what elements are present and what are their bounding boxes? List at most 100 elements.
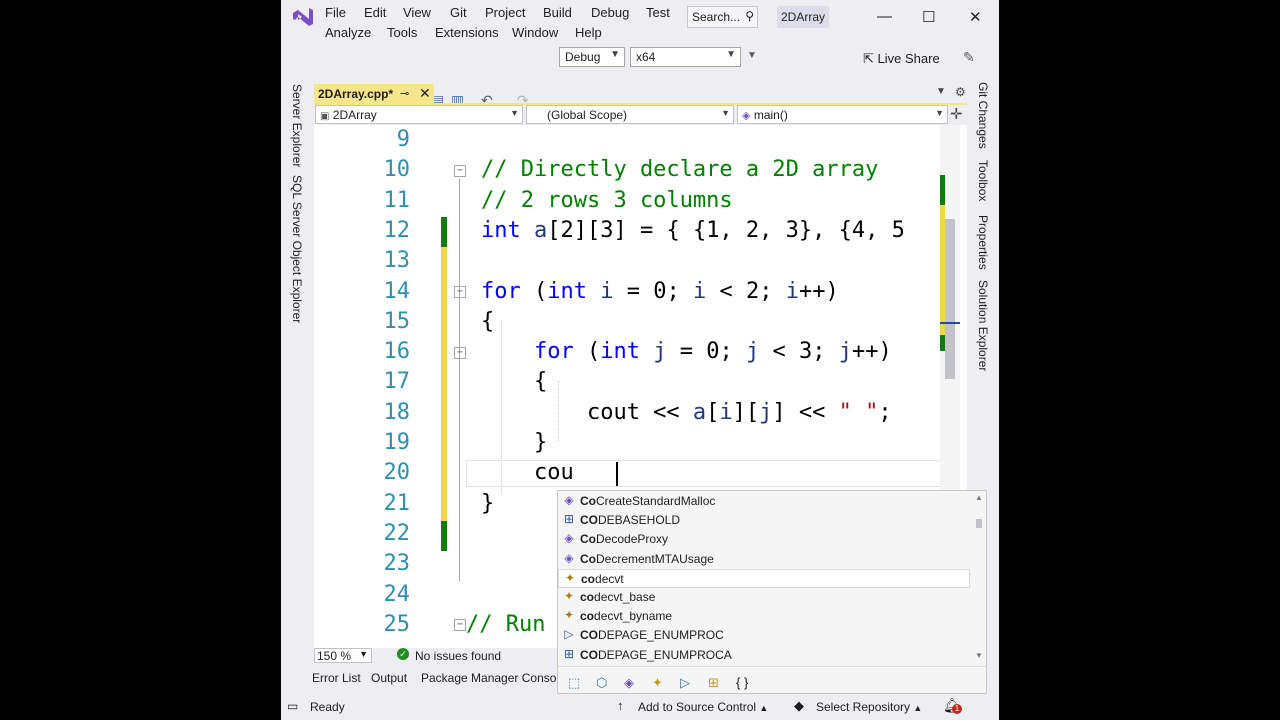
code-token: cou bbox=[481, 460, 574, 486]
fold-toggle-icon[interactable]: − bbox=[454, 619, 466, 631]
code-token: ] << bbox=[772, 399, 839, 425]
project-icon: ▣ bbox=[320, 111, 330, 122]
close-window-icon[interactable]: ✕ bbox=[969, 8, 982, 26]
split-window-icon[interactable]: ✛ bbox=[950, 105, 963, 123]
namespace-filter-icon[interactable]: ⬡ bbox=[596, 675, 607, 691]
git-changes-tab[interactable]: Git Changes bbox=[976, 82, 990, 149]
completion-item[interactable]: ◈ CoCreateStandardMalloc bbox=[558, 492, 970, 511]
braces-filter-icon[interactable]: { } bbox=[736, 675, 748, 690]
pin-icon[interactable]: ⊸ bbox=[400, 87, 409, 100]
package-manager-console-tab[interactable]: Package Manager Consol bbox=[421, 671, 559, 685]
fold-toggle-icon[interactable]: − bbox=[454, 347, 466, 359]
line-number: 18 bbox=[383, 399, 411, 425]
code-line[interactable]: cou bbox=[481, 460, 574, 485]
close-tab-icon[interactable]: ✕ bbox=[419, 85, 431, 102]
sql-server-object-explorer-tab[interactable]: SQL Server Object Explorer bbox=[290, 175, 304, 323]
scroll-thumb[interactable] bbox=[945, 219, 955, 379]
code-token: i bbox=[785, 278, 799, 304]
maximize-icon[interactable]: ☐ bbox=[922, 8, 935, 26]
code-token: [2][3] = { {1, 2, 3}, {4, 5 bbox=[547, 217, 905, 243]
method-filter-icon[interactable]: ◈ bbox=[624, 675, 634, 691]
search-input[interactable]: Search... ⚲ bbox=[687, 6, 758, 28]
error-list-tab[interactable]: Error List bbox=[312, 671, 361, 685]
method-icon: ◈ bbox=[564, 493, 574, 507]
menu-edit[interactable]: Edit bbox=[364, 5, 386, 20]
code-token: int bbox=[600, 339, 640, 365]
completion-item[interactable]: ✦ codecvt_byname bbox=[558, 607, 970, 626]
add-to-source-control-button[interactable]: Add to Source Control ▲ bbox=[638, 700, 768, 714]
properties-tab[interactable]: Properties bbox=[976, 215, 990, 270]
typedef-filter-icon[interactable]: ▷ bbox=[680, 675, 690, 691]
completion-item[interactable]: ⊞ CODEBASEHOLD bbox=[558, 511, 970, 530]
completion-item[interactable]: ✦ codecvt_base bbox=[558, 588, 970, 607]
code-line[interactable]: for (int j = 0; j < 3; j++) bbox=[481, 339, 892, 364]
code-line[interactable]: int a[2][3] = { {1, 2, 3}, {4, 5 bbox=[481, 218, 905, 243]
code-token: j bbox=[759, 399, 773, 425]
project-dropdown[interactable]: ▣ 2DArray ▼ bbox=[315, 105, 523, 124]
fold-toggle-icon[interactable]: − bbox=[454, 286, 466, 298]
menu-test[interactable]: Test bbox=[646, 5, 670, 20]
struct-filter-icon[interactable]: ⊞ bbox=[708, 675, 719, 691]
code-line[interactable]: } bbox=[481, 491, 494, 516]
member-dropdown[interactable]: ◈ main() ▼ bbox=[737, 105, 948, 124]
code-line[interactable]: // 2 rows 3 columns bbox=[481, 188, 733, 213]
feedback-icon[interactable]: ✎ bbox=[963, 49, 975, 66]
menu-analyze[interactable]: Analyze bbox=[325, 25, 371, 40]
issues-status[interactable]: No issues found bbox=[415, 649, 501, 663]
menu-debug[interactable]: Debug bbox=[591, 5, 629, 20]
completion-scroll-thumb[interactable] bbox=[976, 519, 982, 528]
live-share-button[interactable]: ⇱ Live Share bbox=[863, 51, 940, 67]
start-dropdown-icon[interactable]: ▼ bbox=[747, 50, 757, 61]
completion-item[interactable]: ✦ codecvt bbox=[558, 568, 970, 588]
change-bar-saved bbox=[441, 217, 447, 247]
server-explorer-tab[interactable]: Server Explorer bbox=[290, 84, 304, 167]
code-line[interactable]: // Directly declare a 2D array bbox=[481, 157, 878, 182]
menu-project[interactable]: Project bbox=[485, 5, 525, 20]
menu-window[interactable]: Window bbox=[512, 25, 558, 40]
code-line[interactable]: for (int i = 0; i < 2; i++) bbox=[481, 279, 839, 304]
intellisense-completion-list[interactable]: ◈ CoCreateStandardMalloc ⊞ CODEBASEHOLD ◈ CoD… bbox=[557, 490, 987, 694]
select-repository-button[interactable]: Select Repository ▲ bbox=[816, 700, 922, 714]
class-filter-icon[interactable]: ✦ bbox=[652, 675, 663, 691]
toolbox-tab[interactable]: Toolbox bbox=[976, 160, 990, 201]
menu-help[interactable]: Help bbox=[575, 25, 602, 40]
solution-name-badge[interactable]: 2DArray bbox=[777, 6, 829, 28]
code-line[interactable]: { bbox=[481, 369, 547, 394]
settings-gear-icon[interactable]: ⚙ bbox=[955, 85, 966, 99]
code-token: ; bbox=[878, 399, 892, 425]
solution-explorer-tab[interactable]: Solution Explorer bbox=[976, 280, 990, 371]
chevron-down-icon[interactable]: ▼ bbox=[975, 651, 983, 660]
menu-tools[interactable]: Tools bbox=[387, 25, 417, 40]
platform-dropdown[interactable]: x64 ▼ bbox=[630, 47, 741, 67]
menu-git[interactable]: Git bbox=[450, 5, 467, 20]
output-tab[interactable]: Output bbox=[371, 671, 407, 685]
scope-dropdown[interactable]: (Global Scope) ▼ bbox=[526, 105, 734, 124]
visual-studio-window: File Edit View Git Project Build Debug T… bbox=[281, 0, 999, 720]
configuration-dropdown[interactable]: Debug ▼ bbox=[559, 47, 625, 67]
chevron-up-icon[interactable]: ▲ bbox=[975, 493, 983, 502]
document-tab-2darray[interactable]: 2DArray.cpp* ⊸ ✕ bbox=[314, 84, 434, 104]
completion-scrollbar[interactable]: ▲ ▼ bbox=[972, 491, 986, 665]
code-token: { bbox=[481, 369, 548, 395]
fold-toggle-icon[interactable]: − bbox=[454, 165, 466, 177]
completion-item[interactable]: ⊞ CODEPAGE_ENUMPROCA bbox=[558, 646, 970, 665]
menu-view[interactable]: View bbox=[403, 5, 431, 20]
minimize-icon[interactable]: — bbox=[877, 8, 892, 25]
snippet-filter-icon[interactable]: ⬚ bbox=[568, 675, 580, 691]
menu-extensions[interactable]: Extensions bbox=[435, 25, 499, 40]
code-token: int bbox=[547, 278, 587, 304]
code-line[interactable]: } bbox=[481, 430, 547, 455]
menu-build[interactable]: Build bbox=[543, 5, 572, 20]
tab-list-dropdown-icon[interactable]: ▼ bbox=[936, 86, 946, 97]
menu-file[interactable]: File bbox=[325, 5, 346, 20]
code-token: a bbox=[534, 217, 548, 243]
completion-item[interactable]: ◈ CoDecrementMTAUsage bbox=[558, 550, 970, 569]
code-line[interactable]: cout << a[i][j] << " "; bbox=[481, 400, 892, 425]
completion-item-label: CoCreateStandardMalloc bbox=[580, 494, 716, 508]
chevron-down-icon: ▼ bbox=[935, 108, 944, 118]
zoom-dropdown[interactable]: 150 % ▼ bbox=[314, 648, 372, 663]
code-line[interactable]: { bbox=[481, 309, 494, 334]
completion-item[interactable]: ◈ CoDecodeProxy bbox=[558, 530, 970, 549]
completion-item[interactable]: ▷ CODEPAGE_ENUMPROC bbox=[558, 626, 970, 645]
